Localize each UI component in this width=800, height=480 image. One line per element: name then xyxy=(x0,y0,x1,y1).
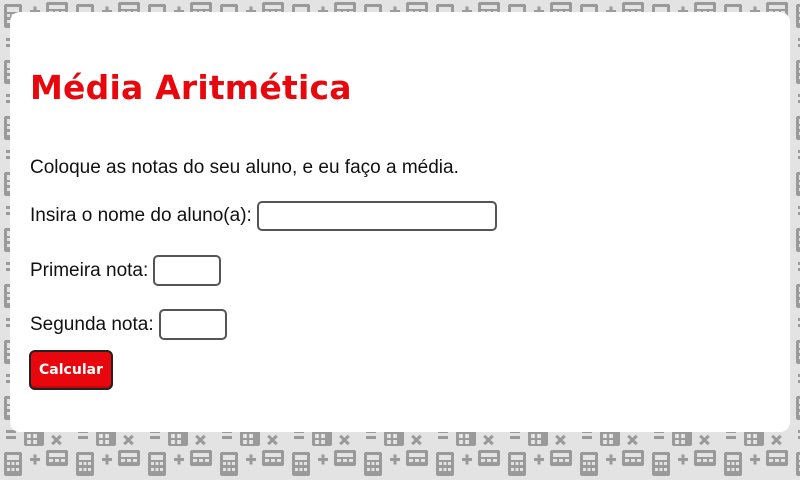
second-grade-row: Segunda nota: xyxy=(30,309,227,340)
page-title: Média Aritmética xyxy=(30,68,352,107)
calculate-button[interactable]: Calcular xyxy=(29,350,113,390)
student-name-label: Insira o nome do aluno(a): xyxy=(30,205,252,226)
main-card: Média Aritmética Coloque as notas do seu… xyxy=(10,12,790,432)
first-grade-input[interactable] xyxy=(153,255,222,286)
second-grade-input[interactable] xyxy=(158,309,227,340)
student-name-row: Insira o nome do aluno(a): xyxy=(30,201,497,231)
first-grade-label: Primeira nota: xyxy=(30,259,149,281)
first-grade-row: Primeira nota: xyxy=(30,255,222,286)
second-grade-label: Segunda nota: xyxy=(30,313,154,335)
intro-text: Coloque as notas do seu aluno, e eu faço… xyxy=(30,157,459,178)
student-name-input[interactable] xyxy=(256,201,497,231)
